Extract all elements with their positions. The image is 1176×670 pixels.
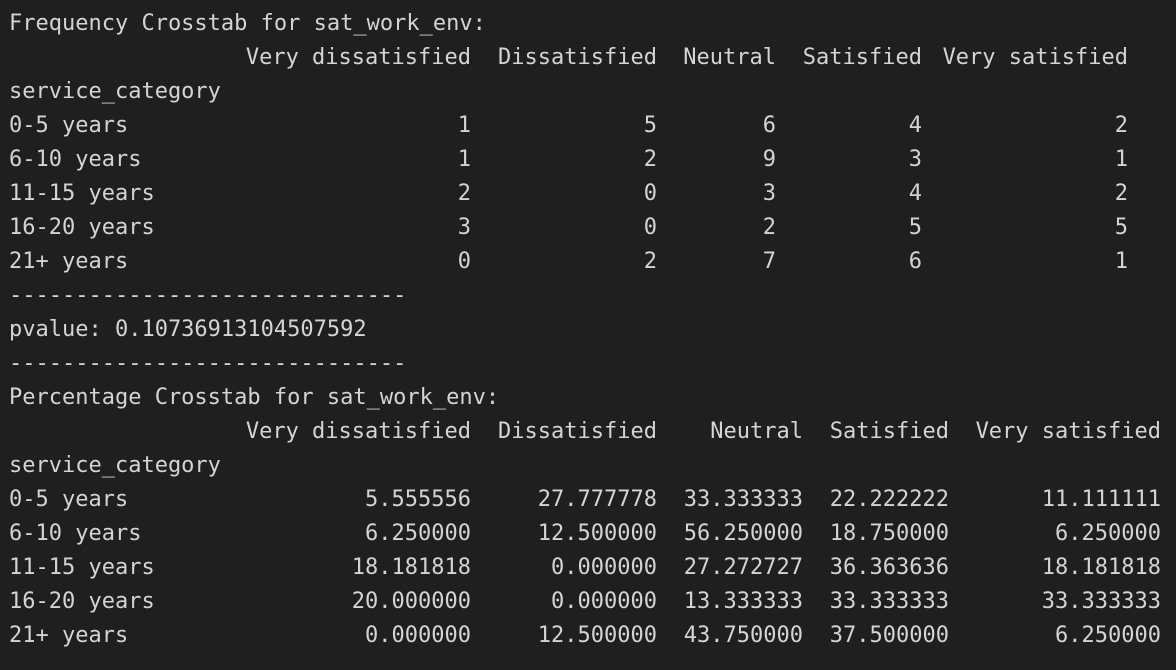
console-output: Frequency Crosstab for sat_work_env: Ver… xyxy=(9,7,1161,653)
table-cell: 20.000000 xyxy=(351,589,471,614)
row-label: 11-15 years xyxy=(9,555,155,580)
row-label: 0-5 years xyxy=(9,487,129,512)
table-cell: 5.555556 xyxy=(365,487,471,512)
table-cell: 6 xyxy=(762,113,776,138)
table-cell: 0 xyxy=(643,181,657,206)
table-cell: 6.250000 xyxy=(1055,623,1161,648)
table-cell: 6.250000 xyxy=(1055,521,1161,546)
table-cell: 4 xyxy=(908,181,922,206)
frequency-row: 0-5 years 1 5 6 4 2 xyxy=(9,109,1161,143)
row-label: 21+ years xyxy=(9,249,129,274)
table-cell: 27.777778 xyxy=(537,487,657,512)
table-cell: 0 xyxy=(457,249,471,274)
row-label: 6-10 years xyxy=(9,521,142,546)
table-cell: 3 xyxy=(908,147,922,172)
table-cell: 2 xyxy=(1114,181,1128,206)
separator-line: ------------------------------ xyxy=(9,351,407,376)
table-cell: 36.363636 xyxy=(829,555,949,580)
table-cell: 33.333333 xyxy=(683,487,803,512)
table-cell: 12.500000 xyxy=(537,521,657,546)
percentage-row: 21+ years 0.000000 12.500000 43.750000 3… xyxy=(9,619,1161,653)
table-cell: 2 xyxy=(643,249,657,274)
pvalue-text: pvalue: 0.10736913104507592 xyxy=(9,317,367,342)
table-cell: 2 xyxy=(1114,113,1128,138)
table-cell: 2 xyxy=(457,181,471,206)
table-cell: 1 xyxy=(1114,147,1128,172)
percentage-row: 16-20 years 20.000000 0.000000 13.333333… xyxy=(9,585,1161,619)
row-label: 0-5 years xyxy=(9,113,129,138)
table-cell: 3 xyxy=(762,181,776,206)
frequency-row: 21+ years 0 2 7 6 1 xyxy=(9,245,1161,279)
frequency-col-header: Satisfied xyxy=(802,45,922,70)
table-cell: 11.111111 xyxy=(1041,487,1161,512)
percentage-row: 0-5 years 5.555556 27.777778 33.333333 2… xyxy=(9,483,1161,517)
row-label: 11-15 years xyxy=(9,181,155,206)
table-cell: 6 xyxy=(908,249,922,274)
row-label: 21+ years xyxy=(9,623,129,648)
table-cell: 18.750000 xyxy=(829,521,949,546)
table-cell: 1 xyxy=(1114,249,1128,274)
percentage-col-header: Very dissatisfied xyxy=(245,419,471,444)
frequency-header-row: Very dissatisfied Dissatisfied Neutral S… xyxy=(9,41,1161,75)
table-cell: 0.000000 xyxy=(365,623,471,648)
table-cell: 37.500000 xyxy=(829,623,949,648)
frequency-row: 6-10 years 1 2 9 3 1 xyxy=(9,143,1161,177)
table-cell: 33.333333 xyxy=(1041,589,1161,614)
table-cell: 5 xyxy=(908,215,922,240)
index-spacer xyxy=(9,415,239,449)
frequency-col-header: Neutral xyxy=(683,45,776,70)
table-cell: 0.000000 xyxy=(551,555,657,580)
table-cell: 2 xyxy=(762,215,776,240)
table-cell: 13.333333 xyxy=(683,589,803,614)
table-cell: 22.222222 xyxy=(829,487,949,512)
table-cell: 18.181818 xyxy=(351,555,471,580)
percentage-index-name: service_category xyxy=(9,453,221,478)
table-cell: 56.250000 xyxy=(683,521,803,546)
frequency-index-name: service_category xyxy=(9,79,221,104)
table-cell: 12.500000 xyxy=(537,623,657,648)
row-label: 16-20 years xyxy=(9,589,155,614)
percentage-header-row: Very dissatisfied Dissatisfied Neutral S… xyxy=(9,415,1161,449)
frequency-col-header: Very dissatisfied xyxy=(245,45,471,70)
table-cell: 1 xyxy=(457,113,471,138)
percentage-row: 11-15 years 18.181818 0.000000 27.272727… xyxy=(9,551,1161,585)
table-cell: 27.272727 xyxy=(683,555,803,580)
frequency-col-header: Very satisfied xyxy=(942,45,1128,70)
table-cell: 3 xyxy=(457,215,471,240)
index-spacer xyxy=(9,41,239,75)
table-cell: 5 xyxy=(1114,215,1128,240)
separator-line: ------------------------------ xyxy=(9,283,407,308)
row-label: 6-10 years xyxy=(9,147,142,172)
frequency-row: 11-15 years 2 0 3 4 2 xyxy=(9,177,1161,211)
table-cell: 5 xyxy=(643,113,657,138)
table-cell: 4 xyxy=(908,113,922,138)
percentage-col-header: Very satisfied xyxy=(975,419,1161,444)
percentage-col-header: Dissatisfied xyxy=(498,419,657,444)
table-cell: 43.750000 xyxy=(683,623,803,648)
table-cell: 2 xyxy=(643,147,657,172)
table-cell: 6.250000 xyxy=(365,521,471,546)
frequency-title: Frequency Crosstab for sat_work_env: xyxy=(9,11,486,36)
percentage-title: Percentage Crosstab for sat_work_env: xyxy=(9,385,500,410)
percentage-col-header: Neutral xyxy=(710,419,803,444)
table-cell: 7 xyxy=(762,249,776,274)
table-cell: 0 xyxy=(643,215,657,240)
percentage-col-header: Satisfied xyxy=(829,419,949,444)
row-label: 16-20 years xyxy=(9,215,155,240)
frequency-col-header: Dissatisfied xyxy=(498,45,657,70)
percentage-row: 6-10 years 6.250000 12.500000 56.250000 … xyxy=(9,517,1161,551)
table-cell: 1 xyxy=(457,147,471,172)
table-cell: 33.333333 xyxy=(829,589,949,614)
table-cell: 0.000000 xyxy=(551,589,657,614)
frequency-row: 16-20 years 3 0 2 5 5 xyxy=(9,211,1161,245)
table-cell: 18.181818 xyxy=(1041,555,1161,580)
table-cell: 9 xyxy=(762,147,776,172)
